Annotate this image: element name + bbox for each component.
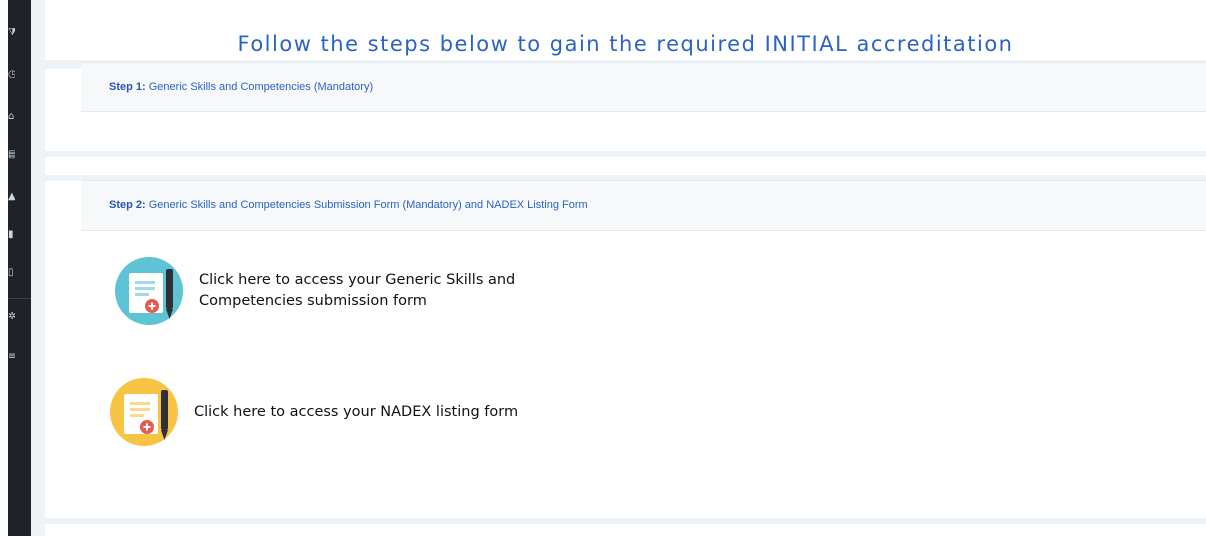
filter-icon[interactable]: ⧩ [8,28,15,38]
step-1-title: Step 1: Generic Skills and Competencies … [109,63,373,111]
form-document-icon [115,257,183,325]
generic-skills-form-link-text[interactable]: Click here to access your Generic Skills… [199,270,519,312]
calendar-icon[interactable]: ▤ [8,150,15,160]
section-separator [45,518,1206,524]
gear-icon[interactable]: ✲ [8,312,15,322]
sidebar: ⧩ ◷ ⌂ ▤ ▲ ▮ ▯ ✲ ≡ [8,0,31,536]
clock-icon[interactable]: ◷ [8,70,15,80]
step-2-text: Generic Skills and Competencies Submissi… [145,199,588,211]
content-gutter [31,0,45,536]
step-1-text: Generic Skills and Competencies (Mandato… [145,81,374,93]
page-title: Follow the steps below to gain the requi… [237,32,1014,57]
generic-skills-form-link[interactable]: Click here to access your Generic Skills… [113,253,519,329]
step-2-title: Step 2: Generic Skills and Competencies … [109,181,588,230]
home-icon[interactable]: ⌂ [8,112,15,122]
step-2-header[interactable]: Step 2: Generic Skills and Competencies … [81,180,1206,231]
window-edge [0,0,8,536]
nadex-listing-form-link-text[interactable]: Click here to access your NADEX listing … [194,402,594,423]
nadex-listing-form-link[interactable]: Click here to access your NADEX listing … [108,374,594,450]
step-2-label: Step 2: [109,199,146,211]
main-content: Follow the steps below to gain the requi… [45,0,1206,536]
menu-icon[interactable]: ≡ [8,352,15,362]
sidebar-divider [8,298,31,299]
graduation-icon[interactable]: ▲ [8,192,15,202]
section-separator [45,151,1206,157]
briefcase-icon[interactable]: ▮ [8,230,15,240]
folder-icon[interactable]: ▯ [8,268,15,278]
step-1-header[interactable]: Step 1: Generic Skills and Competencies … [81,62,1206,112]
step-1-label: Step 1: [109,81,146,93]
form-document-icon [110,378,178,446]
